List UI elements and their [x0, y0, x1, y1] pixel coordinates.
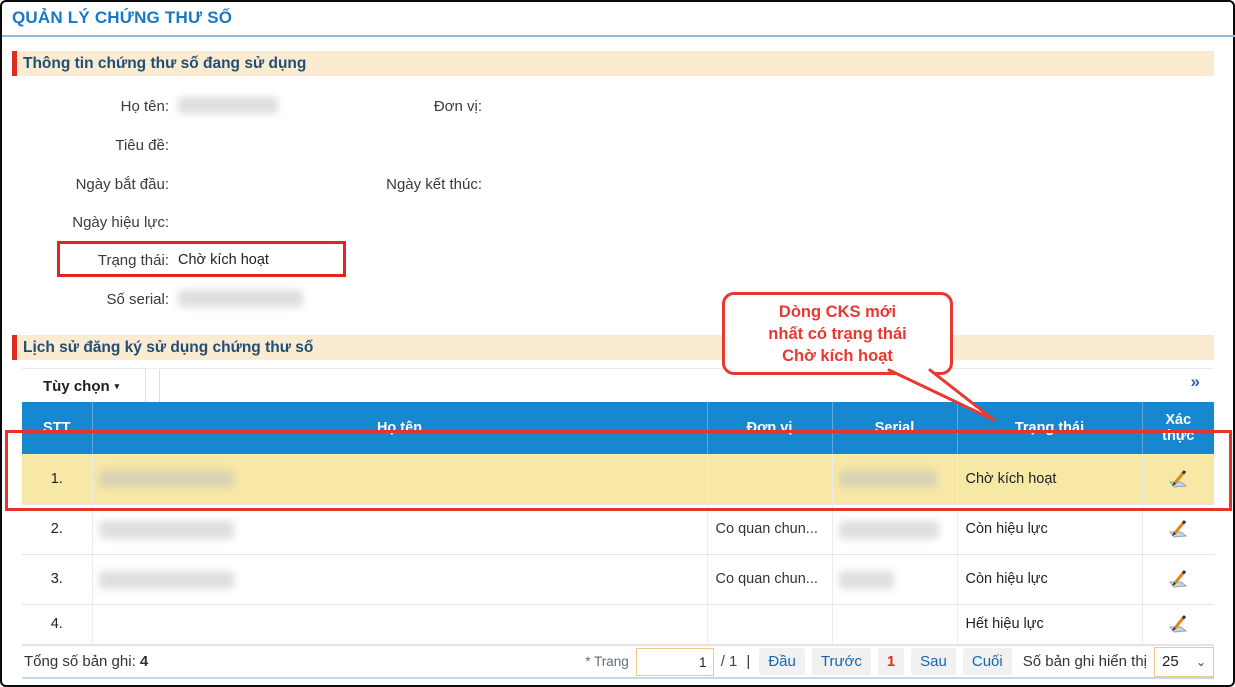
callout-line: nhất có trạng thái — [768, 324, 907, 343]
last-page-button[interactable]: Cuối — [962, 648, 1012, 675]
row-don-vi — [707, 454, 833, 505]
page-number-input[interactable] — [635, 647, 714, 676]
info-section-title: Thông tin chứng thư số đang sử dụng — [23, 54, 307, 72]
row-status: Chờ kích hoạt — [957, 454, 1143, 505]
name-redacted — [98, 470, 234, 488]
pagination: * Trang / 1 | Đầu Trước 1 Sau Cuối Số bả… — [585, 646, 1214, 677]
name-redacted — [98, 520, 234, 539]
toolbar-divider — [159, 369, 160, 403]
info-section-header: Thông tin chứng thư số đang sử dụng — [12, 51, 1214, 76]
callout-line: Dòng CKS mới — [778, 302, 897, 321]
table-header-row: STT Họ tên Đơn vị Serial Trạng thái Xác … — [22, 402, 1214, 454]
so-serial-label: Số serial: — [106, 291, 169, 308]
ngay-ket-thuc-label: Ngày kết thúc: — [386, 176, 482, 193]
page-size-select[interactable]: 25 ⌄ — [1154, 646, 1214, 677]
history-section-header: Lịch sử đăng ký sử dụng chứng thư số — [12, 335, 1214, 360]
ho-ten-label: Họ tên: — [120, 98, 169, 115]
col-don-vi[interactable]: Đơn vị — [707, 402, 833, 454]
col-xac-thuc[interactable]: Xác thực — [1142, 402, 1214, 454]
serial-redacted — [838, 470, 937, 488]
chevron-down-icon: ⌄ — [1195, 654, 1206, 669]
page-size-value: 25 — [1162, 653, 1179, 670]
table-toolbar: Tùy chọn ▾ » — [22, 368, 1214, 403]
serial-redacted — [838, 570, 894, 589]
page-size-label: Số bản ghi hiển thị — [1022, 653, 1147, 670]
table-footer: Tổng số bản ghi: 4 * Trang / 1 | Đầu Trư… — [22, 645, 1214, 679]
row-status: Còn hiệu lực — [957, 504, 1143, 555]
certificate-management-page: { "page": { "title": "QUẢN LÝ CHỨNG THƯ … — [0, 0, 1235, 687]
options-dropdown-button[interactable]: Tùy chọn ▾ — [37, 373, 125, 399]
page-total: / 1 — [720, 653, 738, 670]
col-ho-ten[interactable]: Họ tên — [92, 402, 708, 454]
row-don-vi: Co quan chun... — [707, 504, 833, 555]
serial-value-redacted — [178, 290, 303, 307]
total-records: Tổng số bản ghi: 4 — [24, 653, 148, 670]
ngay-bat-dau-label: Ngày bắt đầu: — [75, 176, 169, 193]
row-don-vi: Co quan chun... — [707, 554, 833, 605]
row-don-vi — [707, 604, 833, 645]
verify-signature-icon[interactable] — [1166, 614, 1190, 634]
expand-columns-icon[interactable]: » — [1191, 372, 1200, 392]
options-label: Tùy chọn — [43, 377, 110, 395]
verify-signature-icon[interactable] — [1166, 469, 1190, 489]
col-serial[interactable]: Serial — [832, 402, 958, 454]
row-status: Còn hiệu lực — [957, 554, 1143, 605]
status-highlight-box — [57, 241, 346, 277]
row-index: 2. — [22, 504, 93, 555]
next-page-button[interactable]: Sau — [911, 648, 956, 675]
table-row[interactable]: 1. Chờ kích hoạt — [22, 454, 1214, 505]
page-title: QUẢN LÝ CHỨNG THƯ SỐ — [12, 8, 233, 27]
table-row[interactable]: 2. Co quan chun... Còn hiệu lực — [22, 504, 1214, 555]
callout-line: Chờ kích hoạt — [782, 346, 893, 365]
row-index: 3. — [22, 554, 93, 605]
col-stt[interactable]: STT — [22, 402, 93, 454]
row-index: 4. — [22, 604, 93, 645]
ho-ten-value-redacted — [178, 97, 278, 114]
serial-redacted — [838, 520, 939, 539]
history-section-title: Lịch sử đăng ký sử dụng chứng thư số — [23, 338, 314, 356]
pagination-divider: | — [746, 653, 751, 670]
toolbar-divider — [145, 369, 146, 403]
current-page-button[interactable]: 1 — [877, 648, 905, 675]
total-records-label: Tổng số bản ghi: — [24, 653, 136, 670]
caret-down-icon: ▾ — [114, 380, 120, 391]
history-table: STT Họ tên Đơn vị Serial Trạng thái Xác … — [22, 402, 1214, 645]
title-divider — [2, 35, 1235, 37]
don-vi-label: Đơn vị: — [433, 98, 482, 115]
prev-page-button[interactable]: Trước — [811, 648, 871, 675]
annotation-callout: Dòng CKS mới nhất có trạng thái Chờ kích… — [722, 292, 953, 375]
ngay-hieu-luc-label: Ngày hiệu lực: — [72, 214, 169, 231]
table-row[interactable]: 3. Co quan chun... Còn hiệu lực — [22, 554, 1214, 605]
first-page-button[interactable]: Đầu — [759, 648, 805, 675]
verify-signature-icon[interactable] — [1166, 519, 1190, 539]
verify-signature-icon[interactable] — [1166, 569, 1190, 589]
table-row[interactable]: 4. Hết hiệu lực — [22, 604, 1214, 645]
col-trang-thai[interactable]: Trạng thái — [957, 402, 1143, 454]
name-redacted — [98, 570, 234, 589]
page-label: * Trang — [585, 654, 629, 669]
row-index: 1. — [22, 454, 93, 505]
row-status: Hết hiệu lực — [957, 604, 1143, 645]
tieu-de-label: Tiêu đề: — [115, 137, 169, 154]
total-records-value: 4 — [139, 653, 149, 670]
